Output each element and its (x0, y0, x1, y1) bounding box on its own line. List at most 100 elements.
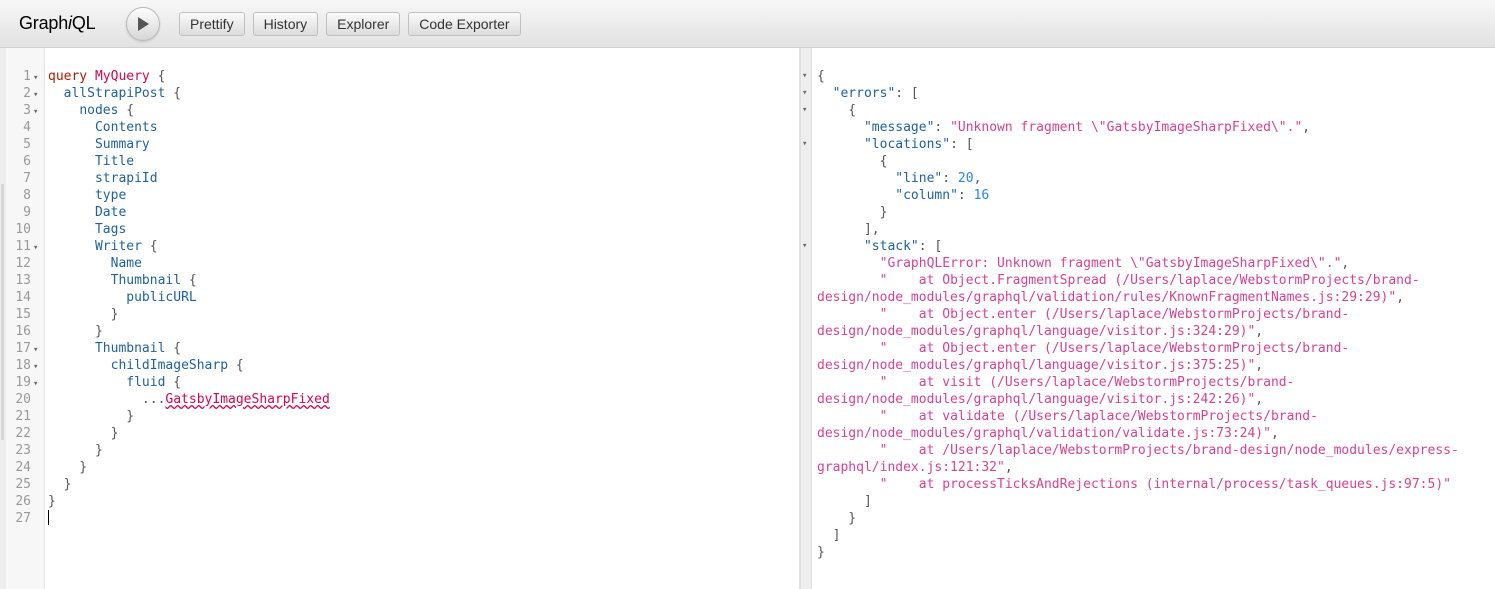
result-line-text: " at /Users/laplace/WebstormProjects/bra… (817, 442, 1459, 459)
query-line: 24 } (6, 459, 87, 476)
result-line-text: " at visit (/Users/laplace/WebstormProje… (817, 374, 1295, 391)
code-token: type (94, 188, 127, 203)
json-token: design/node_modules/graphql/language/vis… (817, 324, 1256, 339)
code-token: } (48, 477, 72, 492)
query-line: 5 Summary (6, 136, 150, 153)
query-line-text (48, 510, 49, 527)
query-line: 21 } (6, 408, 134, 425)
json-token: 20 (957, 171, 974, 186)
json-token: ] (817, 528, 841, 543)
query-line-text: publicURL (48, 289, 196, 306)
line-number: 1 (23, 69, 31, 84)
json-token: , (1255, 392, 1264, 407)
query-editor[interactable]: 1 ▾ query MyQuery {2 ▾ allStrapiPost {3 ▾ no… (0, 48, 800, 589)
code-token: Date (94, 205, 127, 220)
fold-arrow-icon[interactable]: ▾ (802, 85, 807, 102)
query-line-text: fluid { (48, 374, 181, 391)
result-line-text: { (817, 68, 825, 85)
query-line-text: Thumbnail { (48, 272, 197, 289)
code-token: } (48, 307, 119, 322)
fold-arrow-icon[interactable]: ▾ (802, 102, 807, 119)
json-token: " at Object.enter (/Users/laplace/Websto… (879, 307, 1350, 322)
history-button[interactable]: History (252, 11, 319, 36)
json-token: graphql/index.js:121:32" (817, 460, 1005, 475)
json-token: { (817, 103, 857, 118)
result-line-text: " at validate (/Users/laplace/WebstormPr… (817, 408, 1318, 425)
query-line: 22 } (6, 425, 118, 442)
result-line-text: "message": "Unknown fragment \"GatsbyIma… (817, 119, 1310, 136)
query-line-text: nodes { (48, 102, 134, 119)
code-token: } (48, 324, 103, 339)
query-line: 6 Title (6, 153, 134, 170)
json-token: : [ (918, 239, 943, 254)
fold-arrow-icon[interactable]: ▾ (802, 68, 807, 85)
query-line-text: } (48, 442, 103, 459)
query-line-text: } (48, 425, 119, 442)
line-number: 12 (15, 256, 31, 271)
query-line: 3 ▾ nodes { (6, 102, 134, 119)
code-token: { (118, 103, 135, 118)
explorer-button[interactable]: Explorer (326, 11, 401, 36)
line-number: 18 (15, 358, 31, 373)
code-token: Writer (94, 239, 142, 254)
result-line-text: design/node_modules/graphql/validation/v… (817, 425, 1279, 442)
json-token: , (1255, 324, 1264, 339)
code-token: allStrapiPost (63, 86, 166, 101)
fold-arrow-icon[interactable]: ▾ (802, 238, 807, 255)
code-token: } (48, 494, 56, 509)
code-token: nodes (79, 103, 119, 118)
result-line-text: } (817, 204, 888, 221)
query-line: 16 } (6, 323, 102, 340)
code-token: Name (110, 256, 142, 271)
query-line-text: Summary (48, 136, 150, 153)
json-token: : [ (895, 86, 919, 101)
json-token: "message" (863, 120, 935, 135)
json-token: "errors" (832, 86, 896, 101)
json-token: design/node_modules/graphql/validation/r… (817, 290, 1397, 305)
code-exporter-button[interactable]: Code Exporter (408, 11, 521, 36)
query-line: 4 Contents (6, 119, 157, 136)
line-number: 20 (15, 392, 31, 407)
pane-resize-handle[interactable] (800, 48, 812, 589)
line-number: 27 (15, 511, 31, 526)
query-line-text: Writer { (48, 238, 158, 255)
fold-arrow-icon[interactable]: ▾ (802, 136, 807, 153)
query-line: 25 } (6, 476, 71, 493)
query-line: 10 Tags (6, 221, 126, 238)
editor-scroll-indicator (1, 184, 4, 440)
result-line-text: graphql/index.js:121:32", (817, 459, 1013, 476)
query-line-text: } (48, 493, 56, 510)
code-token: { (181, 273, 197, 288)
execute-query-button[interactable] (126, 6, 160, 41)
query-line-text: } (48, 323, 103, 340)
json-token: , (1004, 460, 1013, 475)
json-token: " at /Users/laplace/WebstormProjects/bra… (879, 443, 1459, 458)
prettify-button[interactable]: Prettify (179, 11, 245, 36)
result-line-text: design/node_modules/graphql/validation/r… (817, 289, 1404, 306)
json-token: } (817, 205, 888, 220)
code-token: { (141, 239, 158, 254)
json-token: "stack" (863, 239, 919, 254)
json-token: " at processTicksAndRejections (internal… (879, 477, 1451, 492)
query-line: 14 publicURL (6, 289, 196, 306)
line-number: 6 (23, 154, 31, 169)
query-line: 12 Name (6, 255, 142, 272)
json-token: } (817, 511, 857, 526)
query-line: 7 strapiId (6, 170, 157, 187)
code-token: Thumbnail (94, 341, 166, 356)
result-viewer: ▾{▾ "errors": [▾ { "message": "Unknown f… (802, 48, 1495, 589)
query-line: 9 Date (6, 204, 126, 221)
code-token: Thumbnail (110, 273, 182, 288)
json-token: 16 (973, 188, 990, 203)
result-line-text: " at Object.enter (/Users/laplace/Websto… (817, 306, 1350, 323)
